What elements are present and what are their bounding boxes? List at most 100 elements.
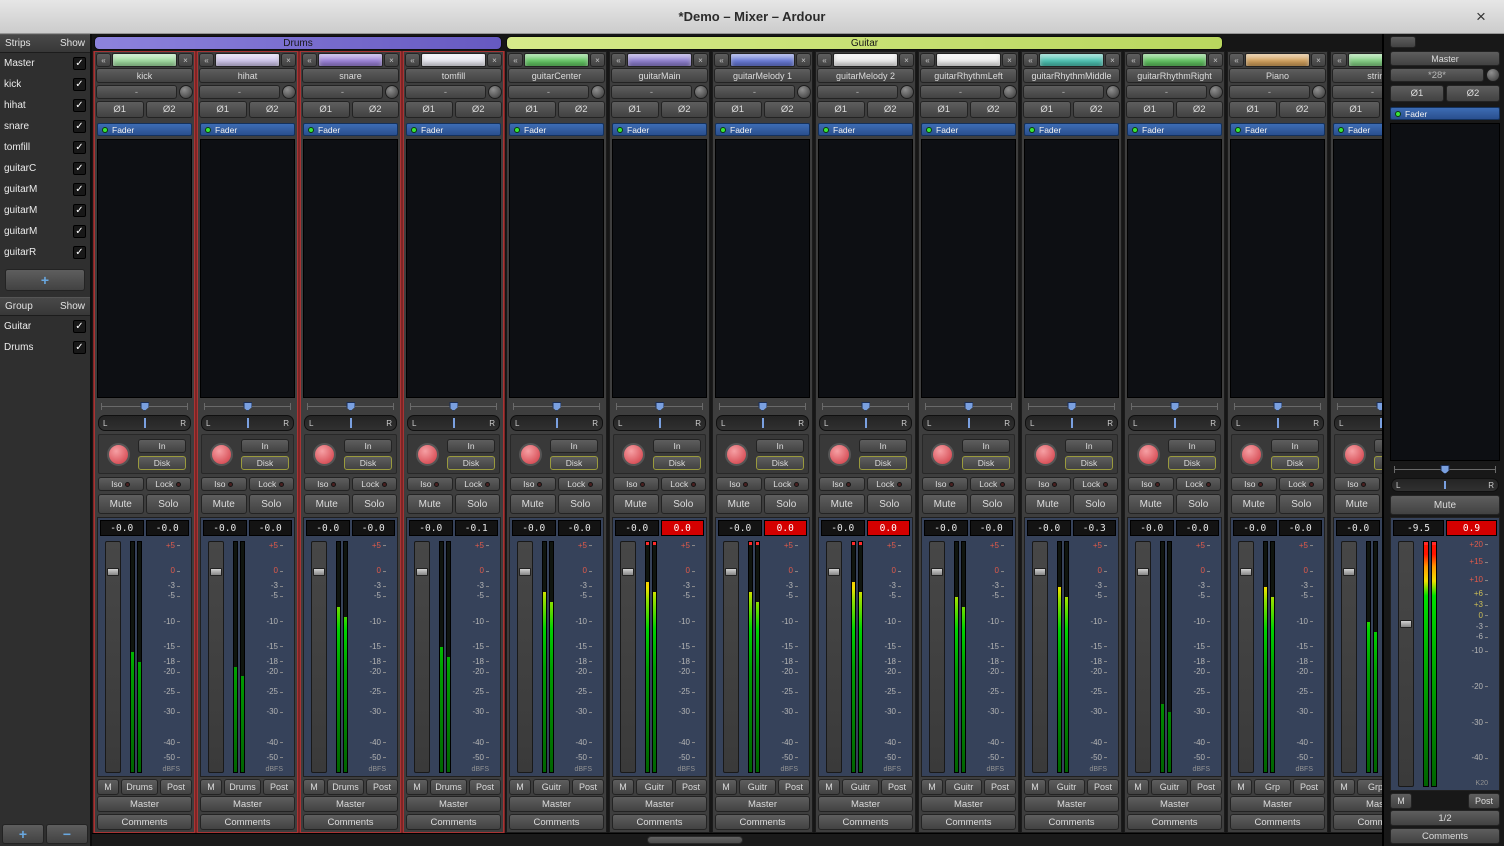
record-arm-button[interactable] [828,443,851,466]
trim-knob[interactable] [591,85,605,99]
hide-strip-button[interactable]: × [178,53,193,67]
comments-button[interactable]: Comments [818,814,913,830]
monitor-disk-button[interactable]: Disk [756,456,804,470]
solo-button[interactable]: Solo [1382,494,1383,514]
group-show-checkbox[interactable]: ✓ [73,320,86,333]
comments-button[interactable]: Comments [200,814,295,830]
narrow-strip-button[interactable]: « [1229,53,1244,67]
mute-button[interactable]: Mute [1128,494,1174,514]
hide-strip-button[interactable]: × [590,53,605,67]
gain-display[interactable]: -0.0 [821,520,865,536]
pan-control[interactable]: L R [1025,401,1118,431]
peak-display[interactable]: -0.0 [249,520,293,536]
hide-strip-button[interactable]: × [693,53,708,67]
group-button[interactable]: Guitr [1048,779,1085,795]
metering-button[interactable]: M [406,779,428,795]
pan-handle[interactable] [140,402,149,411]
solo-button[interactable]: Solo [661,494,707,514]
input-button[interactable]: - [405,85,486,99]
peak-display[interactable]: -0.1 [455,520,499,536]
processor-enable-led[interactable] [1029,127,1035,133]
fader-processor-entry[interactable]: Fader [1230,123,1325,136]
fader-processor-entry[interactable]: Fader [97,123,192,136]
phase-1-button[interactable]: Ø1 [817,101,865,118]
group-button[interactable]: Grp [1254,779,1291,795]
narrow-strip-button[interactable]: « [1332,53,1347,67]
mute-button[interactable]: Mute [1231,494,1277,514]
gain-display[interactable]: -0.0 [306,520,350,536]
output-button[interactable]: Master [303,796,398,812]
metering-button[interactable]: M [303,779,325,795]
fader-processor-entry[interactable]: Fader [1024,123,1119,136]
solo-button[interactable]: Solo [558,494,604,514]
strip-color-bar[interactable] [1245,53,1310,67]
solo-isolate-button[interactable]: Iso [304,477,350,491]
strip-color-bar[interactable] [421,53,486,67]
gain-display[interactable]: -0.0 [1336,520,1380,536]
record-arm-button[interactable] [1034,443,1057,466]
pan-handle[interactable] [1376,402,1382,411]
pan-control[interactable]: L R [201,401,294,431]
solo-lock-button[interactable]: Lock [1279,477,1325,491]
comments-button[interactable]: Comments [612,814,707,830]
group-button[interactable]: Guitr [842,779,879,795]
trim-knob[interactable] [179,85,193,99]
monitor-disk-button[interactable]: Disk [241,456,289,470]
solo-button[interactable]: Solo [1279,494,1325,514]
processor-box[interactable] [612,139,707,398]
metering-button[interactable]: M [1333,779,1355,795]
solo-isolate-button[interactable]: Iso [201,477,247,491]
fader-processor-entry[interactable]: Fader [1333,123,1382,136]
processor-box[interactable] [303,139,398,398]
sidebar-strip-row[interactable]: snare✓ [0,116,90,137]
phase-2-button[interactable]: Ø2 [970,101,1018,118]
hide-strip-button[interactable]: × [1105,53,1120,67]
meter-point-button[interactable]: Post [778,779,810,795]
processor-enable-led[interactable] [411,127,417,133]
peak-display[interactable]: -0.0 [1176,520,1220,536]
group-button[interactable]: Grp [1357,779,1382,795]
strip-name-button[interactable]: kick [96,68,193,83]
pan-handle[interactable] [655,402,664,411]
processor-enable-led[interactable] [1395,111,1401,117]
metering-button[interactable]: M [1127,779,1149,795]
phase-1-button[interactable]: Ø1 [405,101,453,118]
comments-button[interactable]: Comments [715,814,810,830]
fader-processor-entry[interactable]: Fader [509,123,604,136]
fader-handle[interactable] [1034,568,1046,576]
mute-button[interactable]: Mute [304,494,350,514]
pan-bar[interactable]: L R [819,415,912,431]
fader-handle[interactable] [519,568,531,576]
peak-display[interactable]: 0.0 [661,520,705,536]
solo-lock-button[interactable]: Lock [455,477,501,491]
meter-point-button[interactable]: Post [984,779,1016,795]
pan-handle[interactable] [449,402,458,411]
master-output-button[interactable]: 1/2 [1390,810,1500,826]
pan-bar[interactable]: L R [613,415,706,431]
fader-handle[interactable] [107,568,119,576]
pan-handle[interactable] [346,402,355,411]
input-button[interactable]: - [96,85,177,99]
mute-button[interactable]: Mute [922,494,968,514]
comments-button[interactable]: Comments [921,814,1016,830]
strip-color-bar[interactable] [318,53,383,67]
sidebar-group-row[interactable]: Drums✓ [0,337,90,358]
pan-handle[interactable] [243,402,252,411]
phase-2-button[interactable]: Ø2 [146,101,194,118]
input-button[interactable]: - [1332,85,1382,99]
meter-point-button[interactable]: Post [160,779,192,795]
phase-2-button[interactable]: Ø2 [764,101,812,118]
processor-enable-led[interactable] [308,127,314,133]
fader-processor-entry[interactable]: Fader [406,123,501,136]
phase-2-button[interactable]: Ø2 [661,101,709,118]
gain-fader[interactable] [620,541,636,773]
solo-isolate-button[interactable]: Iso [1025,477,1071,491]
processor-box[interactable] [1390,123,1500,461]
solo-lock-button[interactable]: Lock [867,477,913,491]
solo-lock-button[interactable]: Lock [764,477,810,491]
phase-1-button[interactable]: Ø1 [508,101,556,118]
phase-1-button[interactable]: Ø1 [1023,101,1071,118]
fader-processor-entry[interactable]: Fader [612,123,707,136]
record-arm-button[interactable] [1240,443,1263,466]
group-button[interactable]: Drums [430,779,467,795]
